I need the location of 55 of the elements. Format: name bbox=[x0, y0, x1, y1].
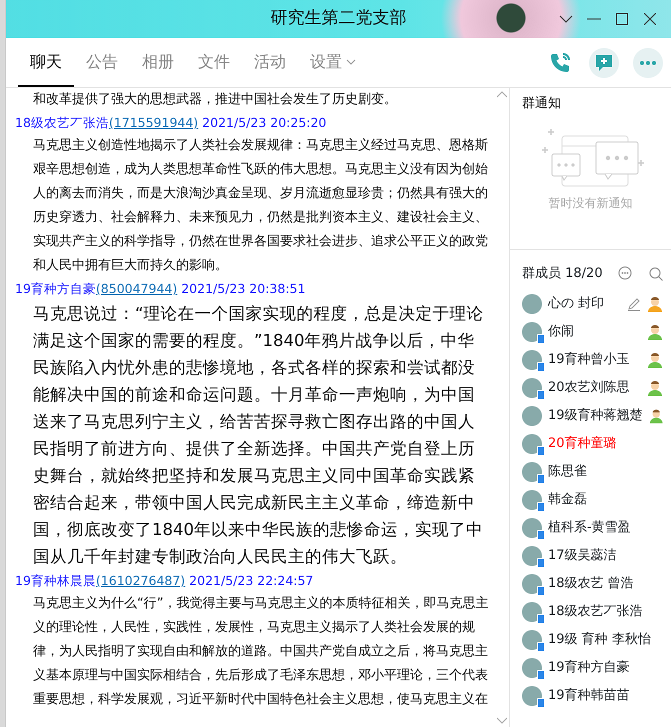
member-name[interactable]: 韩金磊 bbox=[548, 490, 663, 510]
tab[interactable]: 公告 bbox=[74, 38, 130, 87]
member-name[interactable]: 心の 封印 bbox=[548, 294, 621, 314]
message-text: 马克思主义为什么“行”，我觉得主要与马克思主义的本质特征相关，即马克思主义的理论性，人民性，实践性，发展性，马克思主义揭示了人类社会发展的规律，为人民指明了实现自由和解放的道路。中国共产党自成立之后，将马克思主义基本原理与中国实际相结合，先后形成了毛泽东思想，邓小平理论，三个代表重要思想，科学发展观，习近平新时代中国特色社会主义思想，使马克思主义在 bbox=[32, 595, 490, 709]
tab[interactable]: 聊天 bbox=[18, 38, 74, 87]
tab[interactable]: 文件 bbox=[186, 38, 242, 87]
window-title: 研究生第二党支部 bbox=[270, 7, 406, 30]
member-name[interactable]: 20育种童璐 bbox=[548, 434, 663, 454]
avatar-placeholder bbox=[522, 294, 542, 314]
sender-name: 19育种林晨晨 bbox=[15, 573, 96, 588]
account-link[interactable]: (850047944) bbox=[96, 281, 178, 296]
notice-title: 群通知 bbox=[522, 95, 562, 113]
member-name[interactable]: 18级农艺 曾浩 bbox=[548, 574, 663, 594]
search-icon[interactable] bbox=[649, 266, 663, 281]
phone-icon bbox=[548, 50, 572, 74]
message-time: 2021/5/23 20:38:51 bbox=[180, 281, 306, 296]
caret-icon bbox=[346, 58, 356, 64]
member-name[interactable]: 植科系-黄雪盈 bbox=[548, 518, 663, 538]
sender-name: 18级农艺丆张浩 bbox=[15, 115, 109, 130]
member-name[interactable]: 20农艺刘陈思 bbox=[548, 378, 641, 398]
chat-plus-icon bbox=[595, 54, 613, 72]
members-title: 群成员 18/20 bbox=[522, 265, 603, 283]
member-name[interactable]: 19育种方自豪 bbox=[548, 658, 663, 678]
scroll-up-icon[interactable] bbox=[497, 91, 507, 98]
maximize-icon bbox=[616, 13, 628, 25]
member-name[interactable]: 17级吴蕊洁 bbox=[548, 546, 663, 566]
tab[interactable]: 相册 bbox=[130, 38, 186, 87]
message-time: 2021/5/23 22:24:57 bbox=[188, 573, 314, 588]
member-name[interactable]: 陈思雀 bbox=[548, 462, 663, 482]
member-name[interactable]: 你闹 bbox=[548, 322, 641, 342]
sender-name: 19育种方自豪 bbox=[15, 281, 96, 296]
member-name[interactable]: 19级育种蒋翘楚 bbox=[548, 406, 643, 426]
member-name[interactable]: 18级农艺丆张浩 bbox=[548, 602, 663, 622]
member-name[interactable]: 19级 育种 李秋怡 bbox=[548, 630, 663, 650]
message-time: 2021/5/23 20:25:20 bbox=[201, 115, 326, 130]
more-icon bbox=[639, 60, 657, 64]
chevron-icon bbox=[559, 15, 573, 23]
member-name[interactable]: 19育种韩苗苗 bbox=[548, 686, 663, 706]
empty-notice-text: 暂时没有新通知 bbox=[548, 194, 634, 212]
scroll-down-icon[interactable] bbox=[497, 717, 507, 724]
account-link[interactable]: (1610276487) bbox=[96, 573, 186, 588]
message-text: 和改革提供了强大的思想武器，推进中国社会发生了历史剧变。 bbox=[32, 91, 398, 109]
minimize-icon bbox=[587, 18, 601, 20]
account-link[interactable]: (1715591944) bbox=[108, 115, 198, 130]
chat-bubble-icon[interactable] bbox=[618, 266, 633, 282]
close-icon bbox=[644, 13, 656, 25]
tab[interactable]: 设置 bbox=[298, 38, 368, 87]
avatar-placeholder bbox=[522, 406, 542, 426]
more-button[interactable] bbox=[633, 48, 663, 78]
member-name[interactable]: 19育种曾小玉 bbox=[548, 350, 641, 370]
add-message-button[interactable] bbox=[589, 48, 619, 78]
message-text: 马克思说过：“理论在一个国家实现的程度，总是决定于理论满足这个国家的需要的程度。”1840年鸦片战争以后，中华民族陷入内忧外患的悲惨境地，各式各样的探索和尝试都没能解决中国的前途和命运问题。十月革命一声炮响，为中国送来了马克思列宁主义，给苦苦探寻救亡图存出路的中国人民指明了前进方向、提供了全新选择。中国共产党自登上历史舞台，就始终把坚持和发展马克思主义同中国革命实践紧密结合起来，带领中国人民完成新民主主义革命，缔造新中国，彻底改变了1840年以来中华民族的悲惨命运，实现了中国从几千年封建专制政治向人民民主的伟大飞跃。 bbox=[32, 303, 485, 568]
pencil-icon[interactable] bbox=[627, 296, 641, 310]
tab[interactable]: 活动 bbox=[242, 38, 298, 87]
message-text: 马克思主义创造性地揭示了人类社会发展规律：马克思主义经过马克思、恩格斯艰辛思想创造，成为人类思想革命性飞跃的伟大思想。马克思主义没有因为创始人的离去而消失，而是大浪淘沙真金呈现、岁月流逝愈显珍贵；仍然具有强大的历史穿透力、社会解释力、未来预见力，仍然是批判资本主义、建设社会主义、实现共产主义的科学指导，仍然在世界各国要求社会进步、追求公平正义的政党和人民中拥有巨大而持久的影响。 bbox=[32, 137, 489, 275]
